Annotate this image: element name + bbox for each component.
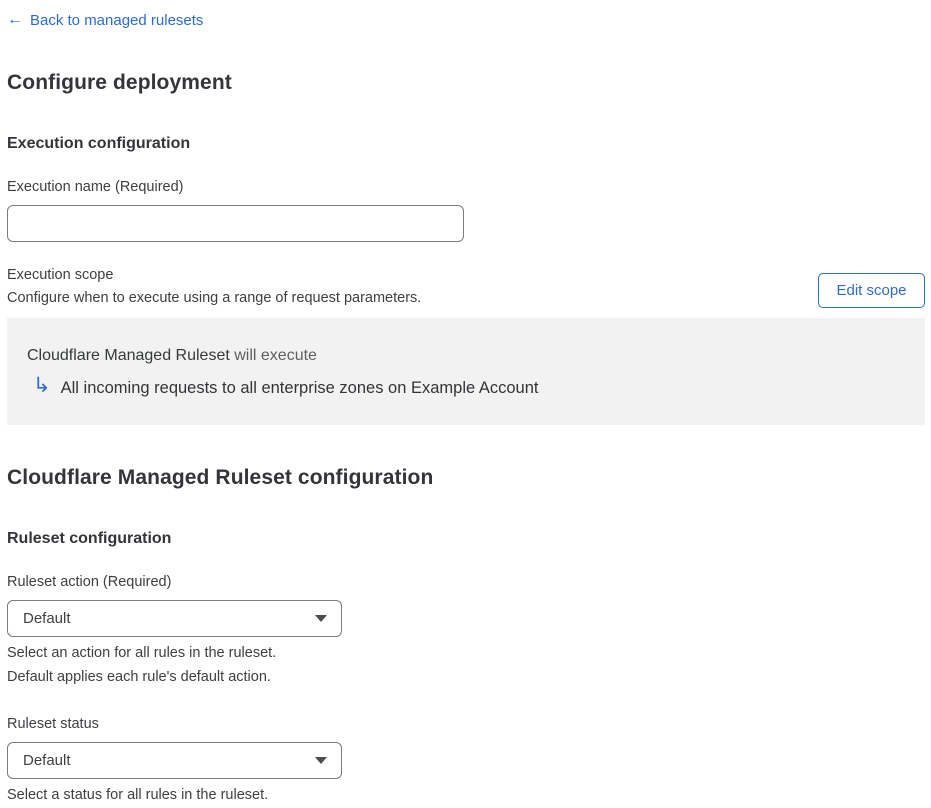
back-arrow-icon: ← bbox=[7, 11, 23, 28]
ruleset-configuration-subheading: Ruleset configuration bbox=[7, 530, 172, 547]
ruleset-status-label: Ruleset status bbox=[7, 716, 99, 733]
ruleset-action-label: Ruleset action (Required) bbox=[7, 574, 172, 590]
back-link-label: Back to managed rulesets bbox=[30, 11, 204, 29]
edit-scope-button[interactable]: Edit scope bbox=[818, 273, 925, 308]
back-to-managed-rulesets-link[interactable]: ← Back to managed rulesets bbox=[7, 12, 203, 29]
chevron-down-icon bbox=[315, 757, 327, 765]
page-title: Configure deployment bbox=[7, 71, 232, 94]
ruleset-action-help-line2: Default applies each rule's default acti… bbox=[7, 669, 271, 686]
ruleset-status-dropdown[interactable]: Default bbox=[7, 742, 342, 780]
scope-summary-line1: Cloudflare Managed Ruleset will execute bbox=[27, 347, 905, 365]
execution-configuration-heading: Execution configuration bbox=[7, 135, 191, 152]
execution-name-label: Execution name (Required) bbox=[7, 179, 184, 195]
execution-scope-description: Configure when to execute using a range … bbox=[7, 290, 422, 306]
ruleset-status-value: Default bbox=[23, 752, 71, 770]
execution-scope-texts: Execution scope Configure when to execut… bbox=[7, 267, 421, 306]
scope-summary-box: Cloudflare Managed Ruleset will execute … bbox=[7, 318, 925, 425]
ruleset-action-dropdown[interactable]: Default bbox=[7, 600, 342, 637]
scope-summary-ruleset-name: Cloudflare Managed Ruleset bbox=[27, 347, 230, 364]
ruleset-status-help-line1: Select a status for all rules in the rul… bbox=[7, 787, 269, 804]
ruleset-configuration-title: Cloudflare Managed Ruleset configuration bbox=[7, 466, 434, 489]
scope-summary-line2: ↳ All incoming requests to all enterpris… bbox=[27, 374, 905, 399]
scope-summary-will-execute: will execute bbox=[229, 347, 317, 364]
branch-arrow-icon: ↳ bbox=[33, 374, 51, 397]
execution-scope-label: Execution scope bbox=[7, 267, 114, 283]
ruleset-action-help-line1: Select an action for all rules in the ru… bbox=[7, 645, 277, 661]
chevron-down-icon bbox=[315, 615, 327, 622]
execution-name-input[interactable] bbox=[7, 205, 464, 242]
configure-deployment-page: ← Back to managed rulesets Configure dep… bbox=[0, 0, 931, 803]
ruleset-action-value: Default bbox=[23, 610, 71, 627]
execution-scope-row: Execution scope Configure when to execut… bbox=[7, 267, 925, 308]
scope-summary-text: All incoming requests to all enterprise … bbox=[60, 379, 539, 397]
